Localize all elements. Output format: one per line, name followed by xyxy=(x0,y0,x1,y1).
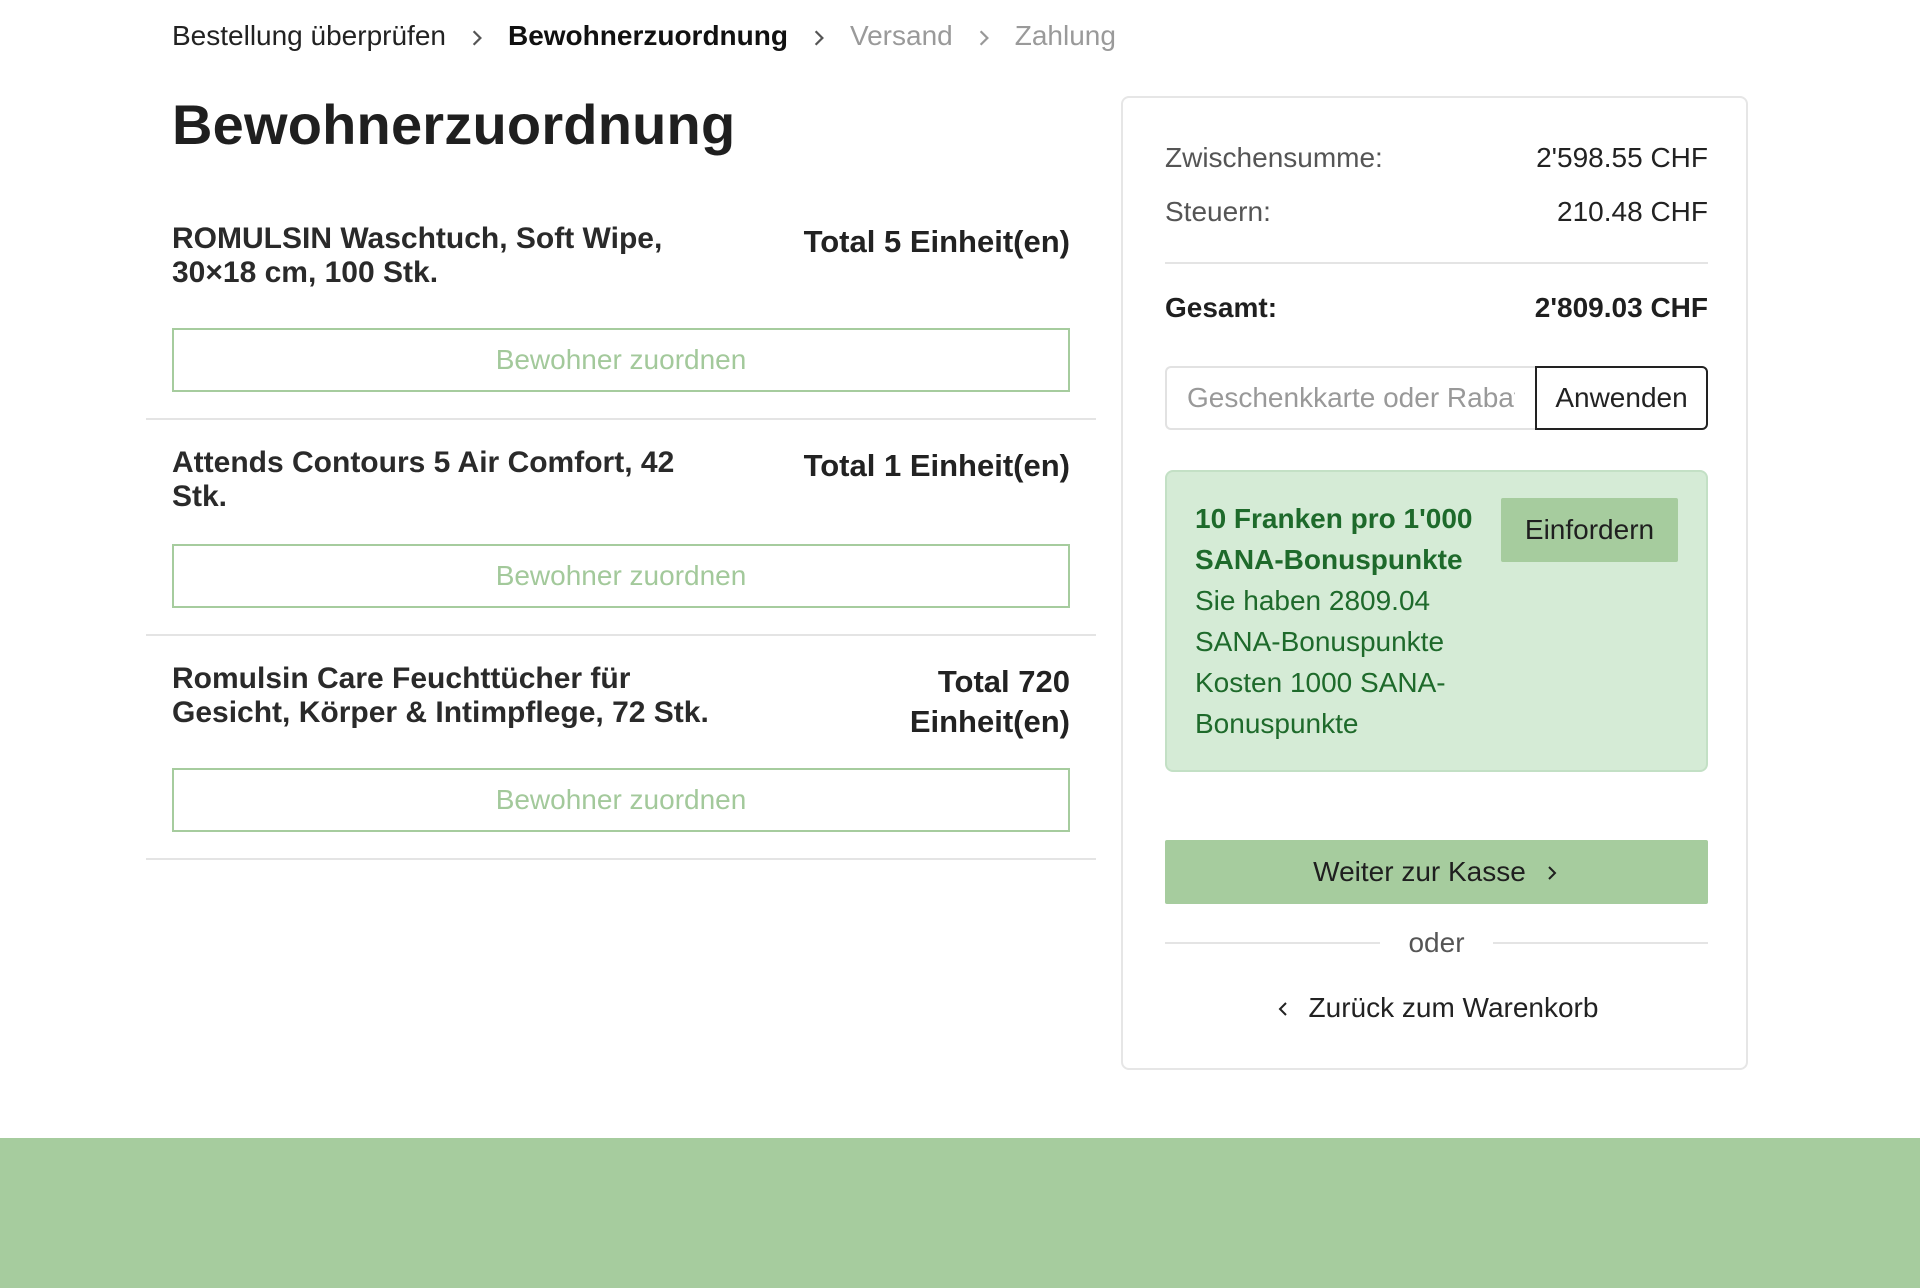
apply-coupon-button[interactable]: Anwenden xyxy=(1535,366,1708,430)
or-text: oder xyxy=(1408,927,1465,958)
item-total: Total 1 Einheit(en) xyxy=(803,448,1070,483)
total-label: Gesamt: xyxy=(1165,292,1278,323)
subtotal-row: Zwischensumme: 2'598.55 CHF xyxy=(1165,142,1708,174)
assign-resident-button[interactable]: Bewohner zuordnen xyxy=(172,544,1070,608)
item-list: ROMULSIN Waschtuch, Soft Wipe, 30×18 cm,… xyxy=(146,196,1096,860)
bonus-balance: Sie haben 2809.04 SANA-Bonuspunkte xyxy=(1195,585,1445,657)
bonus-cost: Kosten 1000 SANA-Bonuspunkte xyxy=(1195,667,1446,739)
list-item: Attends Contours 5 Air Comfort, 42 Stk. … xyxy=(146,420,1096,636)
list-item: Romulsin Care Feuchttücher für Gesicht, … xyxy=(146,636,1096,860)
item-name: Romulsin Care Feuchttücher für Gesicht, … xyxy=(172,662,709,729)
breadcrumb-step-resident-assignment: Bewohnerzuordnung xyxy=(507,20,788,51)
order-summary-card: Zwischensumme: 2'598.55 CHF Steuern: 210… xyxy=(1121,96,1748,1070)
bonus-points-box: 10 Franken pro 1'000 SANA-Bonuspunkte Si… xyxy=(1165,470,1708,772)
subtotal-label: Zwischensumme: xyxy=(1165,142,1383,173)
proceed-to-checkout-button[interactable]: Weiter zur Kasse xyxy=(1165,840,1708,904)
checkout-label: Weiter zur Kasse xyxy=(1313,856,1526,887)
tax-label: Steuern: xyxy=(1165,196,1271,227)
list-item: ROMULSIN Waschtuch, Soft Wipe, 30×18 cm,… xyxy=(146,196,1096,420)
assign-resident-button[interactable]: Bewohner zuordnen xyxy=(172,328,1070,392)
chevron-left-icon xyxy=(1275,992,1291,1024)
or-separator: oder xyxy=(1165,927,1709,958)
subtotal-value: 2'598.55 CHF xyxy=(1536,142,1708,173)
assign-resident-button[interactable]: Bewohner zuordnen xyxy=(172,768,1070,832)
chevron-right-icon xyxy=(953,20,1015,52)
total-value: 2'809.03 CHF xyxy=(1534,292,1708,323)
item-name: ROMULSIN Waschtuch, Soft Wipe, 30×18 cm,… xyxy=(172,222,663,289)
page-title: Bewohnerzuordnung xyxy=(172,93,736,156)
chevron-right-icon xyxy=(788,20,850,52)
back-to-cart-label: Zurück zum Warenkorb xyxy=(1308,992,1599,1023)
item-name: Attends Contours 5 Air Comfort, 42 Stk. xyxy=(172,446,675,513)
item-total: Total 720 Einheit(en) xyxy=(909,664,1070,739)
divider xyxy=(1165,262,1708,264)
back-to-cart-link[interactable]: Zurück zum Warenkorb xyxy=(1165,986,1708,1030)
breadcrumb-step-review[interactable]: Bestellung überprüfen xyxy=(172,20,446,52)
chevron-right-icon xyxy=(446,20,508,52)
or-line-right xyxy=(1492,942,1709,944)
or-line-left xyxy=(1165,942,1381,944)
tax-row: Steuern: 210.48 CHF xyxy=(1165,196,1708,228)
breadcrumb: Bestellung überprüfen Bewohnerzuordnung … xyxy=(172,14,1116,58)
breadcrumb-step-payment: Zahlung xyxy=(1014,20,1116,51)
footer xyxy=(0,1138,1920,1288)
breadcrumb-step-shipping: Versand xyxy=(849,20,953,51)
bonus-title: 10 Franken pro 1'000 SANA-Bonuspunkte xyxy=(1195,503,1473,575)
total-row: Gesamt: 2'809.03 CHF xyxy=(1165,292,1708,324)
item-total: Total 5 Einheit(en) xyxy=(803,224,1070,259)
chevron-right-icon xyxy=(1544,856,1560,888)
coupon-input[interactable] xyxy=(1165,366,1535,430)
tax-value: 210.48 CHF xyxy=(1557,196,1708,227)
claim-bonus-button[interactable]: Einfordern xyxy=(1501,498,1678,562)
checkout-page: Bestellung überprüfen Bewohnerzuordnung … xyxy=(0,0,1920,1288)
coupon-form: Anwenden xyxy=(1165,366,1708,430)
